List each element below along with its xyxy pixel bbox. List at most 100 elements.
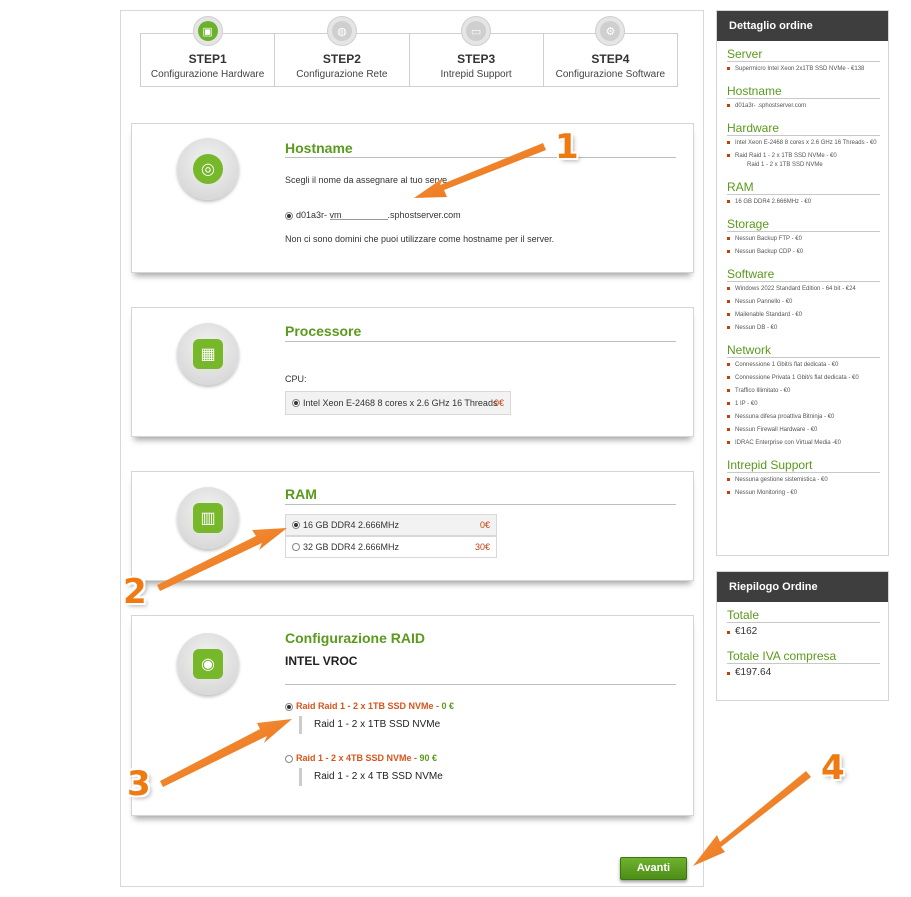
ram-icon: ▥ xyxy=(177,487,239,549)
order-line: Nessun DB - €0 xyxy=(727,324,880,332)
raid-option-1[interactable]: Raid Raid 1 - 2 x 1TB SSD NVMe - 0 € xyxy=(285,701,454,711)
step-subtitle: Configurazione Rete xyxy=(296,69,388,80)
ram-option-1[interactable]: 16 GB DDR4 2.666MHz 0€ xyxy=(285,514,497,536)
step-2[interactable]: ◍ STEP2 Configurazione Rete xyxy=(275,16,410,86)
order-summary: Riepilogo Ordine Totale €162 Totale IVA … xyxy=(716,571,889,701)
ram-title: RAM xyxy=(285,486,317,502)
raid-price: 90 € xyxy=(419,753,438,763)
raid-option-detail: Raid 1 - 2 x 4 TB SSD NVMe xyxy=(299,768,443,786)
ram-price: 30€ xyxy=(474,542,490,552)
section-title: Intrepid Support xyxy=(727,452,880,473)
order-line: Raid Raid 1 - 2 x 1TB SSD NVMe - €0 xyxy=(727,152,880,160)
section-title: Server xyxy=(727,41,880,62)
step-subtitle: Configurazione Software xyxy=(555,69,666,80)
order-line: d01a3r- .sphostserver.com xyxy=(727,102,880,110)
order-line: Nessun Firewall Hardware - €0 xyxy=(727,426,880,434)
step-4[interactable]: ⚙ STEP4 Configurazione Software xyxy=(544,16,677,86)
total-label: Totale xyxy=(727,602,880,623)
ram-option-label: 16 GB DDR4 2.666MHz xyxy=(303,520,400,530)
cpu-label: CPU: xyxy=(285,374,307,384)
disk-icon: ◉ xyxy=(177,633,239,695)
order-line: 16 GB DDR4 2.666MHz - €0 xyxy=(727,198,880,206)
hostname-radio[interactable] xyxy=(285,211,293,220)
annotation-1: 1 xyxy=(555,127,579,167)
ram-option-label: 32 GB DDR4 2.666MHz xyxy=(303,542,400,552)
annotation-4: 4 xyxy=(821,748,845,788)
step-3[interactable]: ▭ STEP3 Intrepid Support xyxy=(410,16,544,86)
raid-panel: ◉ Configurazione RAID INTEL VROC Raid Ra… xyxy=(131,615,694,816)
annotation-3: 3 xyxy=(127,764,151,804)
section-title: Storage xyxy=(727,211,880,232)
cpu-price: 0€ xyxy=(493,398,504,408)
hostname-value: vm xyxy=(329,210,342,220)
section-title: Hostname xyxy=(727,78,880,99)
section-title: Network xyxy=(727,337,880,358)
hostname-panel: ◎ Hostname Scegli il nome da assegnare a… xyxy=(131,123,694,273)
raid-radio[interactable] xyxy=(285,702,293,711)
divider xyxy=(285,504,676,505)
raid-price: 0 € xyxy=(441,701,455,711)
ram-price: 0€ xyxy=(479,520,490,530)
section-title: Software xyxy=(727,261,880,282)
order-summary-title: Riepilogo Ordine xyxy=(717,572,888,602)
raid-option-2[interactable]: Raid 1 - 2 x 4TB SSD NVMe - 90 € xyxy=(285,753,437,763)
hostname-option[interactable]: d01a3r- vm .sphostserver.com xyxy=(285,210,461,220)
total-vat-value: €197.64 xyxy=(727,667,880,679)
raid-subtitle: INTEL VROC xyxy=(285,654,358,668)
raid-title: Configurazione RAID xyxy=(285,630,425,646)
ram-radio[interactable] xyxy=(292,521,300,529)
step-subtitle: Intrepid Support xyxy=(440,69,512,80)
cpu-option[interactable]: Intel Xeon E-2468 8 cores x 2.6 GHz 16 T… xyxy=(285,391,511,415)
hostname-note: Non ci sono domini che puoi utilizzare c… xyxy=(285,234,555,244)
processor-panel: ▦ Processore CPU: Intel Xeon E-2468 8 co… xyxy=(131,307,694,437)
order-line: Nessun Backup CDP - €0 xyxy=(727,248,880,256)
total-value: €162 xyxy=(727,626,880,638)
cpu-option-label: Intel Xeon E-2468 8 cores x 2.6 GHz 16 T… xyxy=(303,398,498,408)
globe-icon: ◎ xyxy=(177,138,239,200)
order-line: IDRAC Enterprise con Virtual Media -€0 xyxy=(727,439,880,447)
step-title: STEP2 xyxy=(322,52,361,66)
order-details: Dettaglio ordine Server Supermicro Intel… xyxy=(716,10,889,556)
raid-option-label: Raid Raid 1 - 2 x 1TB SSD NVMe - xyxy=(296,701,442,711)
order-line: Nessuna difesa proattiva Bitninja - €0 xyxy=(727,413,880,421)
raid-option-detail: Raid 1 - 2 x 1TB SSD NVMe xyxy=(299,716,440,734)
processor-icon: ▦ xyxy=(177,323,239,385)
order-line: 1 IP - €0 xyxy=(727,400,880,408)
hostname-title: Hostname xyxy=(285,140,353,156)
order-line: Windows 2022 Standard Edition - 64 bit -… xyxy=(727,285,880,293)
raid-option-label: Raid 1 - 2 x 4TB SSD NVMe - xyxy=(296,753,420,763)
divider xyxy=(285,341,676,342)
processor-title: Processore xyxy=(285,323,362,339)
order-details-title: Dettaglio ordine xyxy=(717,11,888,41)
ram-panel: ▥ RAM 16 GB DDR4 2.666MHz 0€ 32 GB DDR4 … xyxy=(131,471,694,581)
order-line: Connessione Privata 1 Gbit/s flat dedica… xyxy=(727,374,880,382)
divider xyxy=(285,684,676,685)
step-title: STEP4 xyxy=(591,52,630,66)
chip-icon: ▣ xyxy=(192,16,223,46)
software-icon: ⚙ xyxy=(595,16,626,46)
order-line: Supermicro Intel Xeon 2x1TB SSD NVMe - €… xyxy=(727,65,880,73)
hostname-input[interactable]: vm xyxy=(329,210,388,220)
raid-radio[interactable] xyxy=(285,754,293,763)
divider xyxy=(285,157,676,158)
ram-option-2[interactable]: 32 GB DDR4 2.666MHz 30€ xyxy=(285,536,497,558)
hostname-prompt: Scegli il nome da assegnare al tuo serve xyxy=(285,175,448,185)
step-tracker: ▣ STEP1 Configurazione Hardware ◍ STEP2 … xyxy=(140,16,678,87)
order-line: Nessuna gestione sistemistica - €0 xyxy=(727,476,880,484)
step-subtitle: Configurazione Hardware xyxy=(150,69,265,80)
annotation-2: 2 xyxy=(123,572,147,612)
hostname-prefix: d01a3r- xyxy=(296,210,328,220)
next-button[interactable]: Avanti xyxy=(620,857,687,880)
step-1[interactable]: ▣ STEP1 Configurazione Hardware xyxy=(141,16,276,86)
total-vat-label: Totale IVA compresa xyxy=(727,643,880,664)
order-line: Nessun Pannello - €0 xyxy=(727,298,880,306)
step-title: STEP1 xyxy=(188,52,227,66)
cpu-radio[interactable] xyxy=(292,399,300,407)
order-subline: Raid 1 - 2 x 1TB SSD NVMe xyxy=(747,162,823,168)
section-title: RAM xyxy=(727,174,880,195)
order-line: Nessun Backup FTP - €0 xyxy=(727,235,880,243)
ram-radio[interactable] xyxy=(292,543,300,551)
order-line: Traffico Illimitato - €0 xyxy=(727,387,880,395)
order-line: Nessun Monitoring - €0 xyxy=(727,489,880,497)
network-icon: ◍ xyxy=(326,16,357,46)
